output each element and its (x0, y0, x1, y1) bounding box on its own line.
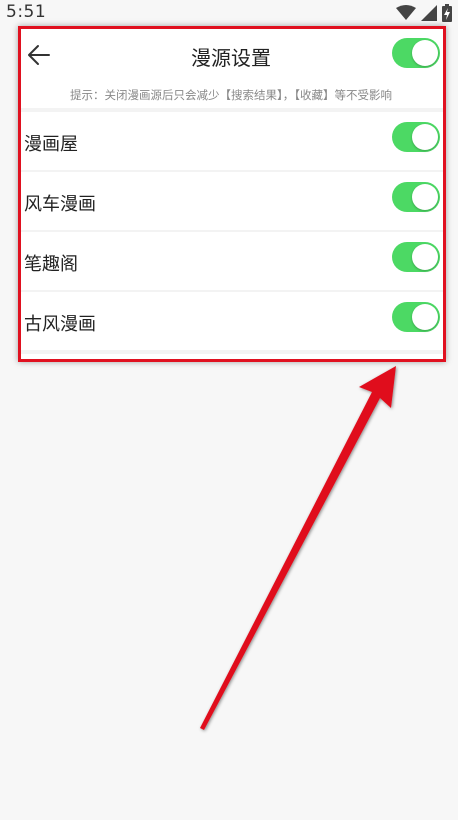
status-bar: 5:51 (0, 0, 458, 26)
source-row-gufeng: 古风漫画 (18, 292, 444, 350)
toggle-knob (412, 124, 438, 150)
battery-charging-icon (442, 4, 452, 22)
toggle-knob (412, 244, 438, 270)
source-settings-panel: 漫源设置 提示：关闭漫画源后只会减少【搜索结果】，【收藏】等不受影响 漫画屋 风… (18, 26, 444, 360)
divider (18, 350, 444, 354)
source-label: 古风漫画 (24, 314, 96, 335)
source-toggle-fengche[interactable] (392, 182, 440, 212)
source-label: 风车漫画 (24, 194, 96, 215)
source-toggle-gufeng[interactable] (392, 302, 440, 332)
source-label: 漫画屋 (24, 134, 78, 155)
signal-icon (421, 5, 437, 21)
status-time: 5:51 (6, 2, 47, 22)
source-toggle-biquge[interactable] (392, 242, 440, 272)
toggle-knob (412, 40, 438, 66)
source-row-biquge: 笔趣阁 (18, 232, 444, 290)
source-label: 笔趣阁 (24, 254, 78, 275)
wifi-icon (396, 5, 416, 21)
page-title: 漫源设置 (191, 46, 271, 70)
master-toggle[interactable] (392, 38, 440, 68)
source-row-fengche: 风车漫画 (18, 172, 444, 230)
source-row-manhuawu: 漫画屋 (18, 112, 444, 170)
hint-text: 提示：关闭漫画源后只会减少【搜索结果】，【收藏】等不受影响 (70, 88, 392, 102)
toggle-knob (412, 184, 438, 210)
source-toggle-manhuawu[interactable] (392, 122, 440, 152)
status-icons (391, 3, 452, 23)
toggle-knob (412, 304, 438, 330)
header: 漫源设置 (18, 26, 444, 84)
